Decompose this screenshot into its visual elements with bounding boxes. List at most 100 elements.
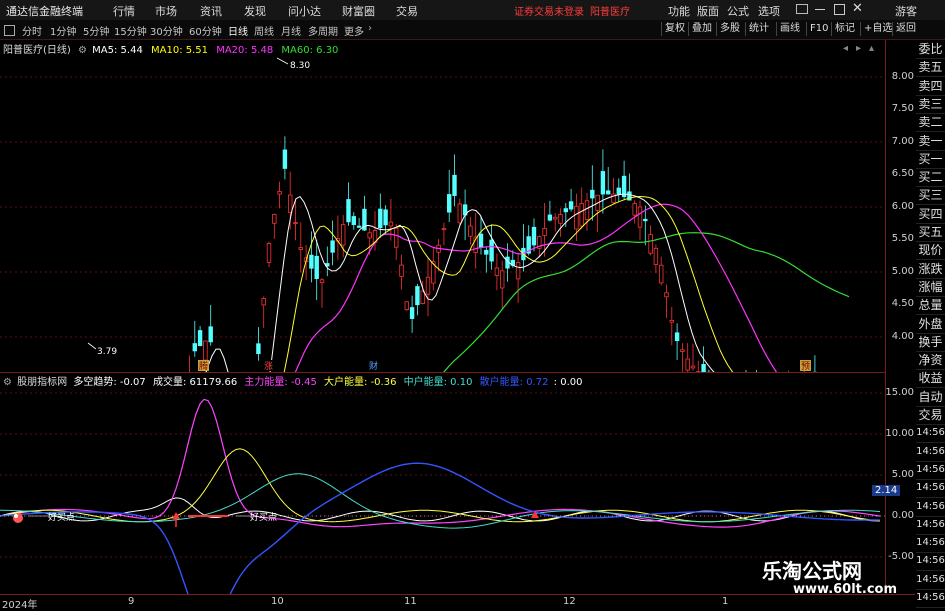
menu-options[interactable]: 选项 [758, 3, 780, 19]
candle-body [447, 194, 451, 212]
candle-body [267, 243, 271, 262]
side-item-1[interactable]: 卖五 [916, 58, 945, 77]
candle-body [585, 201, 589, 220]
period-30min[interactable]: 30分钟 [150, 23, 183, 38]
side-item-2[interactable]: 卖四 [916, 77, 945, 96]
buy-dot-icon[interactable] [13, 513, 23, 523]
side-item-4[interactable]: 卖二 [916, 113, 945, 132]
price-tick: 7.50 [892, 103, 914, 114]
tool-back[interactable]: 返回 [892, 22, 919, 36]
watermark-title: 乐淘公式网 [762, 555, 862, 584]
tool-add-watchlist[interactable]: +自选 [860, 22, 895, 36]
candle-body [644, 219, 648, 220]
side-item-26[interactable]: 14:56 [916, 516, 945, 535]
side-item-15[interactable]: 外盘 [916, 315, 945, 334]
period-5min[interactable]: 5分钟 [83, 23, 109, 38]
candle-body [591, 190, 595, 198]
menu-formula[interactable]: 公式 [727, 3, 749, 19]
side-item-6[interactable]: 买一 [916, 150, 945, 169]
menu-function[interactable]: 功能 [668, 3, 690, 19]
side-item-14[interactable]: 总量 [916, 296, 945, 315]
side-item-30[interactable]: 14:56 [916, 589, 945, 608]
close-icon[interactable]: ✕ [852, 1, 863, 16]
side-item-13[interactable]: 涨幅 [916, 278, 945, 297]
window-icon[interactable] [796, 4, 808, 14]
guest-label[interactable]: 游客 [895, 3, 917, 19]
side-item-8[interactable]: 买三 [916, 186, 945, 205]
price-axis: 8.00 7.50 7.00 6.50 6.00 5.50 5.00 4.50 … [885, 40, 916, 372]
period-weekly[interactable]: 周线 [254, 23, 274, 38]
side-item-9[interactable]: 买四 [916, 205, 945, 224]
minimize-icon[interactable] [815, 9, 825, 10]
side-item-10[interactable]: 买五 [916, 223, 945, 242]
indicator-settings-icon[interactable]: ⚙ [3, 377, 12, 388]
nav-right-icon[interactable]: ▸ [856, 43, 861, 54]
period-multi[interactable]: 多周期 [308, 23, 338, 38]
tool-overlay[interactable]: 叠加 [688, 22, 715, 36]
side-item-25[interactable]: 14:56 [916, 498, 945, 517]
period-monthly[interactable]: 月线 [281, 23, 301, 38]
menu-news[interactable]: 资讯 [200, 3, 222, 19]
candle-body [691, 366, 695, 368]
side-item-19[interactable]: 自动 [916, 388, 945, 407]
period-more[interactable]: 更多 [344, 23, 364, 38]
side-item-29[interactable]: 14:56 [916, 571, 945, 590]
settings-icon[interactable]: ⚙ [78, 45, 87, 56]
panel-toggle-icon[interactable] [4, 25, 15, 36]
candle-body [278, 191, 282, 194]
side-item-24[interactable]: 14:56 [916, 479, 945, 498]
period-daily[interactable]: 日线 [228, 23, 248, 38]
side-item-22[interactable]: 14:56 [916, 443, 945, 462]
side-item-7[interactable]: 买二 [916, 168, 945, 187]
ma20-label: MA20: 5.48 [216, 45, 273, 56]
side-item-12[interactable]: 涨跌 [916, 260, 945, 279]
buy-dot-highlight [14, 514, 18, 518]
side-item-17[interactable]: 净资 [916, 351, 945, 370]
menu-quotes[interactable]: 行情 [113, 3, 135, 19]
menu-ask[interactable]: 问小达 [288, 3, 321, 19]
side-item-0[interactable]: 委比 [916, 40, 945, 59]
indicator-chart[interactable]: 好买点 好买点 [0, 372, 885, 594]
candle-body [649, 235, 653, 254]
side-item-23[interactable]: 14:56 [916, 461, 945, 480]
menu-trade[interactable]: 交易 [396, 3, 418, 19]
tool-multistock[interactable]: 多股 [716, 22, 743, 36]
nav-left-icon[interactable]: ◂ [843, 43, 848, 54]
menu-bar: 通达信金融终端 行情 市场 资讯 发现 问小达 财富圈 交易 证券交易未登录 阳… [0, 0, 945, 21]
side-item-27[interactable]: 14:56 [916, 534, 945, 553]
quote-side-panel: 委比卖五卖四卖三卖二卖一买一买二买三买四买五现价涨跌涨幅总量外盘换手净资收益自动… [916, 40, 945, 609]
side-item-28[interactable]: 14:56 [916, 552, 945, 571]
trend-label: 多空趋势: -0.07 [73, 377, 145, 388]
side-item-3[interactable]: 卖三 [916, 95, 945, 114]
menu-layout[interactable]: 版面 [697, 3, 719, 19]
period-intraday[interactable]: 分时 [22, 23, 42, 38]
tool-adjust[interactable]: 复权 [661, 22, 688, 36]
chevron-right-icon[interactable]: › [368, 23, 372, 34]
side-item-11[interactable]: 现价 [916, 241, 945, 260]
tool-mark[interactable]: 标记 [831, 22, 858, 36]
candle-body [379, 209, 383, 228]
period-1min[interactable]: 1分钟 [50, 23, 76, 38]
kline-chart[interactable]: 8.30 3.79 腾 涨 财 预 ◂ ▸ ▴ [0, 40, 885, 372]
candle-body [384, 210, 388, 225]
side-item-18[interactable]: 收益 [916, 369, 945, 388]
ma60-label: MA60: 6.30 [281, 45, 338, 56]
menu-discover[interactable]: 发现 [244, 3, 266, 19]
up-arrow-icon [172, 512, 180, 519]
nav-up-icon[interactable]: ▴ [869, 43, 874, 54]
side-item-16[interactable]: 换手 [916, 333, 945, 352]
period-60min[interactable]: 60分钟 [189, 23, 222, 38]
tool-stats[interactable]: 统计 [745, 22, 772, 36]
candle-body [601, 171, 605, 194]
tool-f10[interactable]: F10 [806, 22, 831, 36]
menu-wealth[interactable]: 财富圈 [342, 3, 375, 19]
side-item-5[interactable]: 卖一 [916, 132, 945, 151]
tool-draw[interactable]: 画线 [776, 22, 803, 36]
period-15min[interactable]: 15分钟 [114, 23, 147, 38]
side-item-21[interactable]: 14:56 [916, 424, 945, 443]
menu-market[interactable]: 市场 [155, 3, 177, 19]
high-price-label: 8.30 [290, 61, 310, 71]
maximize-icon[interactable] [834, 4, 845, 15]
side-item-20[interactable]: 交易 [916, 406, 945, 425]
candle-body [548, 215, 552, 220]
